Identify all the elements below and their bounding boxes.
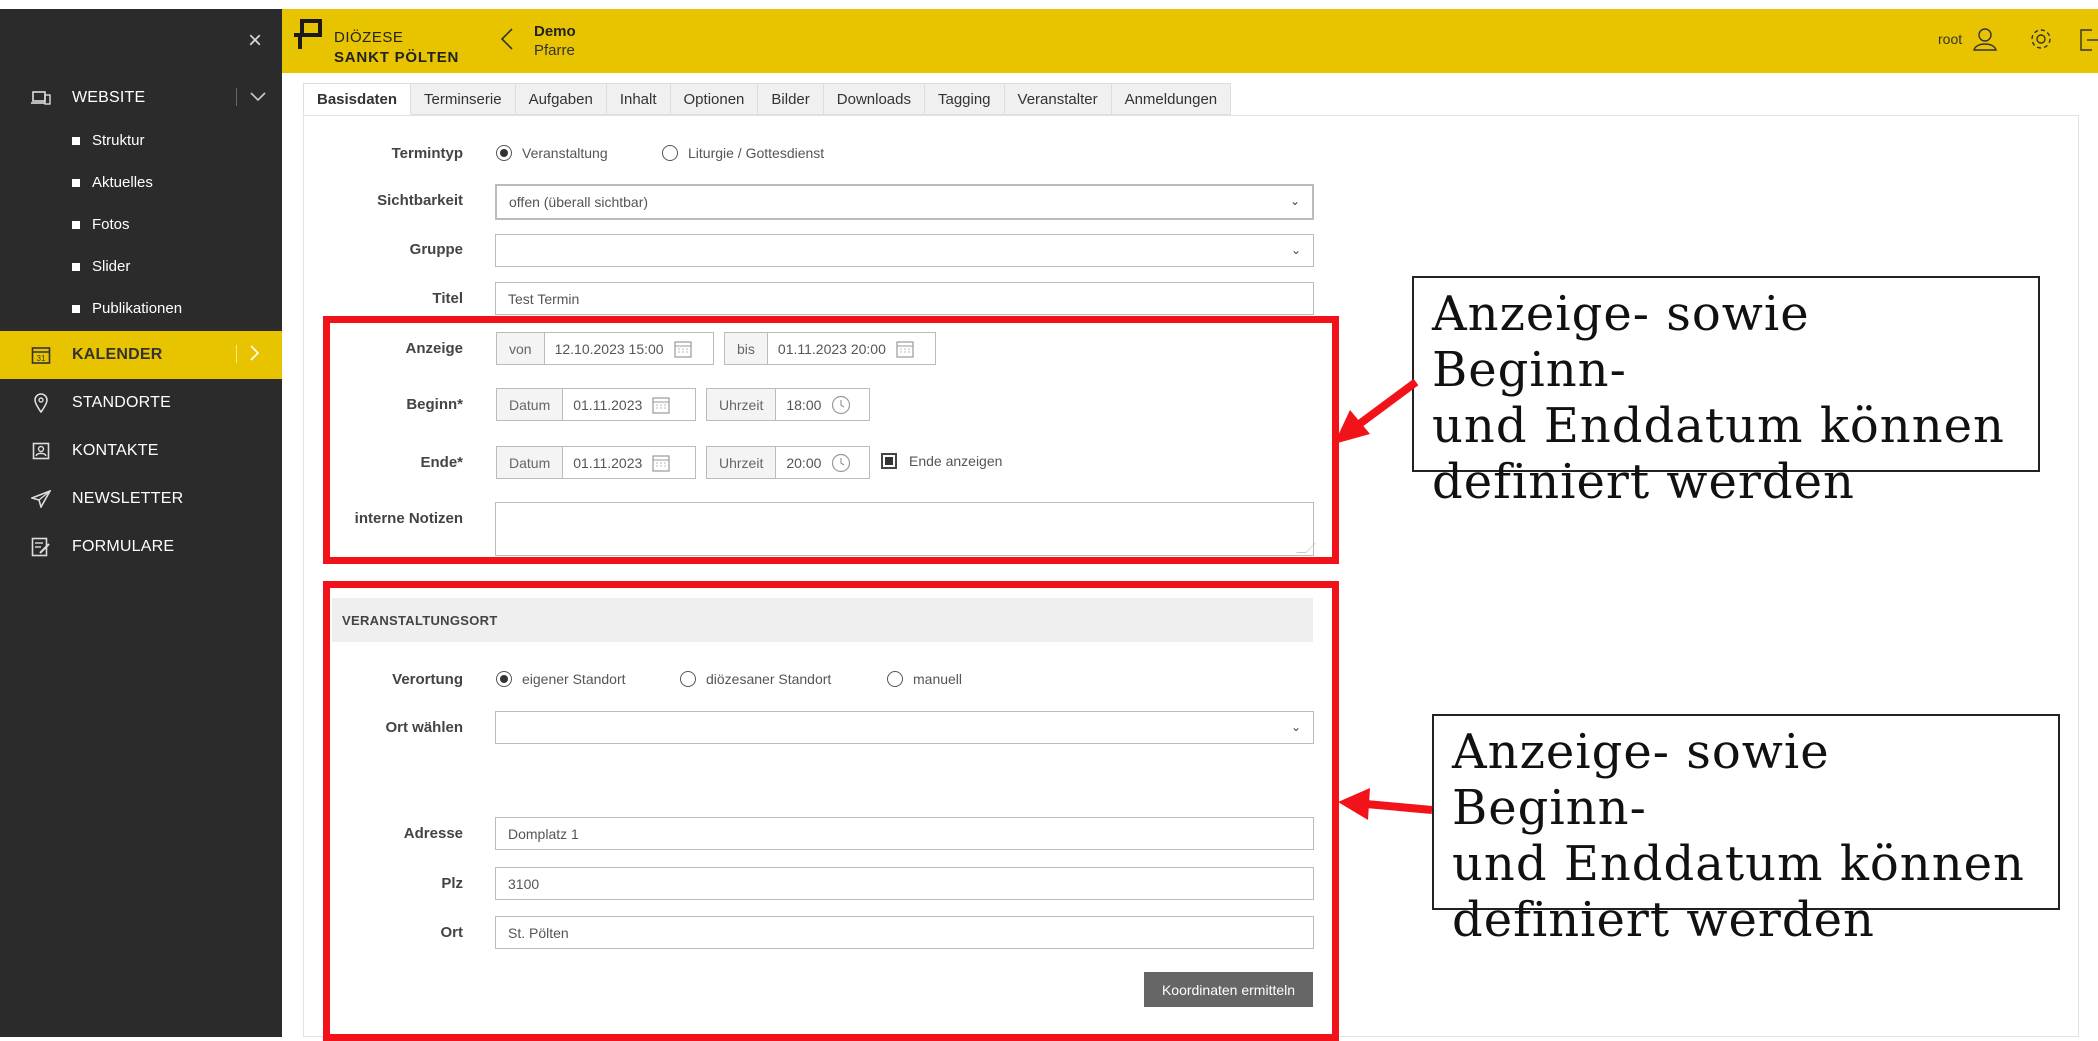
radio-label: Liturgie / Gottesdienst	[688, 145, 825, 161]
callout-location: Anzeige- sowie Beginn- und Enddatum könn…	[1432, 714, 2060, 948]
radio-veranstaltung[interactable]: Veranstaltung	[496, 145, 608, 161]
svg-text:31: 31	[37, 354, 46, 363]
sidebar-item-label: NEWSLETTER	[72, 490, 184, 507]
bullet	[72, 262, 80, 271]
titel-input[interactable]: Test Termin	[495, 282, 1314, 315]
calendar-icon: 31	[30, 344, 52, 366]
sidebar-subitem-struktur[interactable]: Struktur	[72, 132, 145, 149]
laptop-icon	[30, 87, 52, 109]
close-sidebar-icon[interactable]: ×	[248, 27, 262, 55]
radio-dot	[496, 145, 512, 161]
tab-terminserie[interactable]: Terminserie	[411, 83, 516, 115]
form-edit-icon	[30, 536, 52, 558]
callout-line: und Enddatum können	[1432, 398, 2005, 454]
logo-text-line1: DIÖZESE	[334, 29, 404, 46]
username[interactable]: root	[1938, 31, 1962, 47]
page-title: Demo	[534, 23, 576, 40]
callout-line: definiert werden	[1432, 454, 1855, 510]
sidebar-item-label: KONTAKTE	[72, 442, 159, 459]
tab-aufgaben[interactable]: Aufgaben	[515, 83, 607, 115]
select-value: offen (überall sichtbar)	[509, 194, 649, 210]
highlight-box-dates	[323, 316, 1339, 564]
app-window: × WEBSITE Struktur Aktuelles Fotos Slide…	[0, 0, 2098, 1041]
divider	[236, 88, 237, 106]
user-icon[interactable]	[1972, 26, 1998, 57]
send-icon	[30, 488, 52, 510]
sidebar-item-kontakte[interactable]: KONTAKTE	[0, 427, 282, 475]
tab-tagging[interactable]: Tagging	[924, 83, 1005, 115]
sidebar-subitem-fotos[interactable]: Fotos	[72, 216, 130, 233]
callout-dates: Anzeige- sowie Beginn- und Enddatum könn…	[1412, 276, 2040, 510]
top-header: DIÖZESE SANKT PÖLTEN Demo Pfarre root	[282, 9, 2098, 73]
input-value: Test Termin	[508, 290, 580, 307]
arrow-icon-location	[1338, 788, 1433, 820]
bullet	[72, 304, 80, 313]
sidebar-item-kalender[interactable]: 31 KALENDER	[0, 331, 282, 379]
sidebar-item-label: KALENDER	[72, 346, 163, 363]
map-pin-icon	[30, 392, 52, 414]
sidebar-item-label: FORMULARE	[72, 538, 175, 555]
callout-line: Anzeige- sowie Beginn-	[1452, 724, 1830, 836]
chevron-down-icon[interactable]	[250, 89, 266, 107]
bullet	[72, 220, 80, 229]
logo-text-line2: SANKT PÖLTEN	[334, 49, 460, 66]
subitem-label: Struktur	[92, 132, 145, 149]
tab-basisdaten[interactable]: Basisdaten	[303, 83, 412, 115]
gruppe-label: Gruppe	[409, 241, 463, 258]
subitem-label: Fotos	[92, 216, 130, 233]
gear-icon[interactable]	[2028, 26, 2054, 57]
radio-label: Veranstaltung	[522, 145, 608, 161]
subitem-label: Slider	[92, 258, 131, 275]
tab-downloads[interactable]: Downloads	[823, 83, 925, 115]
tab-inhalt[interactable]: Inhalt	[606, 83, 671, 115]
bullet	[72, 178, 80, 187]
sidebar-item-website[interactable]: WEBSITE	[0, 74, 282, 122]
tab-bilder[interactable]: Bilder	[758, 83, 824, 115]
subitem-label: Publikationen	[92, 300, 183, 317]
chevron-down-icon: ⌄	[1289, 194, 1300, 208]
radio-liturgie[interactable]: Liturgie / Gottesdienst	[662, 145, 824, 161]
callout-line: Anzeige- sowie Beginn-	[1432, 286, 1810, 398]
sidebar-item-label: WEBSITE	[72, 89, 146, 106]
sichtbarkeit-select[interactable]: offen (überall sichtbar) ⌄	[495, 184, 1314, 220]
radio-dot	[662, 145, 678, 161]
chevron-down-icon: ⌄	[1290, 243, 1301, 257]
sidebar-subitem-aktuelles[interactable]: Aktuelles	[72, 174, 153, 191]
chevron-right-icon[interactable]	[250, 344, 260, 366]
subitem-label: Aktuelles	[92, 174, 153, 191]
tab-veranstalter[interactable]: Veranstalter	[1004, 83, 1112, 115]
arrow-icon-dates	[1334, 378, 1419, 444]
sichtbarkeit-label: Sichtbarkeit	[377, 192, 463, 209]
divider	[236, 345, 237, 363]
callout-line: und Enddatum können	[1452, 836, 2025, 892]
contact-card-icon	[30, 440, 52, 462]
callout-line: definiert werden	[1452, 892, 1875, 948]
sidebar: × WEBSITE Struktur Aktuelles Fotos Slide…	[0, 9, 282, 1037]
titel-label: Titel	[432, 290, 463, 307]
sidebar-item-newsletter[interactable]: NEWSLETTER	[0, 475, 282, 523]
gruppe-select[interactable]: ⌄	[495, 234, 1314, 267]
termintyp-label: Termintyp	[391, 145, 463, 162]
sidebar-item-standorte[interactable]: STANDORTE	[0, 379, 282, 427]
page-subtitle: Pfarre	[534, 42, 575, 59]
diocese-logo-icon[interactable]	[294, 19, 322, 51]
sidebar-item-formulare[interactable]: FORMULARE	[0, 523, 282, 571]
tab-anmeldungen[interactable]: Anmeldungen	[1111, 83, 1232, 115]
bullet	[72, 136, 80, 145]
highlight-box-location	[323, 581, 1339, 1041]
sidebar-subitem-publikationen[interactable]: Publikationen	[72, 300, 182, 317]
tab-bar: Basisdaten Terminserie Aufgaben Inhalt O…	[303, 83, 1232, 115]
sidebar-item-label: STANDORTE	[72, 394, 171, 411]
tab-optionen[interactable]: Optionen	[670, 83, 759, 115]
sidebar-subitem-slider[interactable]: Slider	[72, 258, 130, 275]
top-strip	[0, 0, 2098, 9]
logout-icon[interactable]	[2078, 27, 2098, 58]
back-chevron-icon[interactable]	[500, 27, 514, 58]
